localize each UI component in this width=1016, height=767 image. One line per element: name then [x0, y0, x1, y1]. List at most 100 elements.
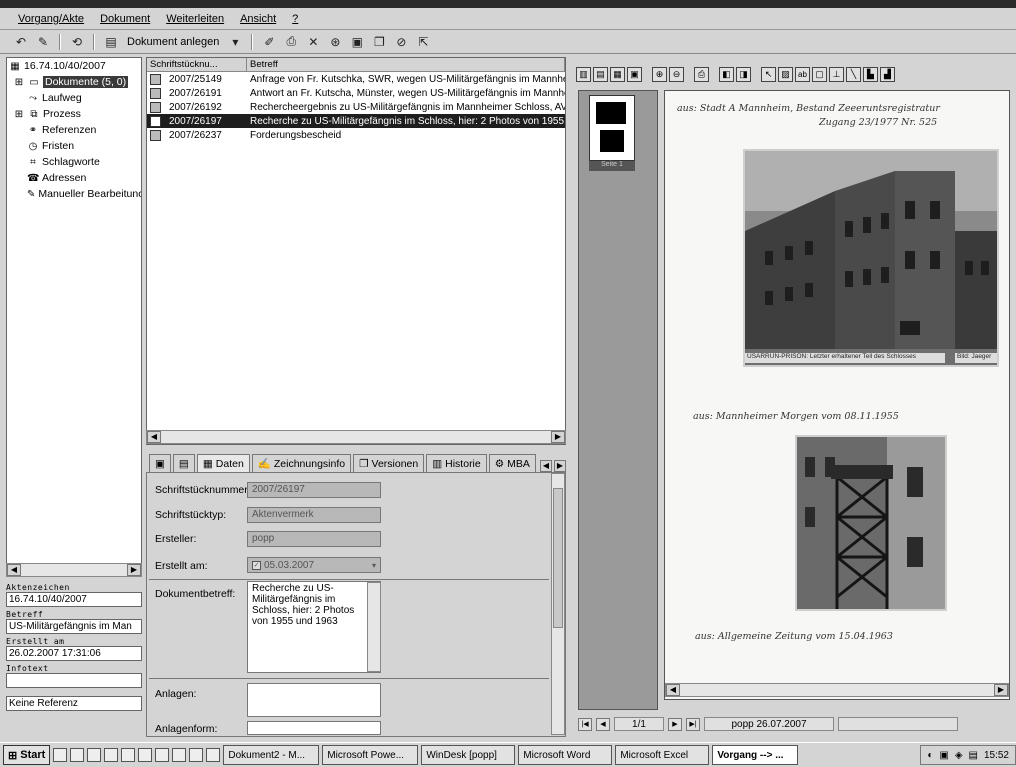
- tree-item-schlagworte[interactable]: ⌗ Schlagworte: [7, 154, 141, 170]
- scroll-right-icon[interactable]: ▶: [127, 564, 141, 576]
- stamp-tool-icon[interactable]: ⊥: [829, 66, 844, 82]
- betreff-scrollbar[interactable]: [367, 582, 381, 672]
- tray-app-icon[interactable]: ▤: [969, 750, 978, 761]
- tray-network-icon[interactable]: ▣: [939, 750, 948, 761]
- quicklaunch-app-icon[interactable]: [53, 748, 68, 762]
- dropdown-arrow-icon[interactable]: ▾: [226, 34, 244, 50]
- scroll-left-icon[interactable]: ◀: [7, 564, 21, 576]
- tree-item-adressen[interactable]: ☎ Adressen: [7, 170, 141, 186]
- expand-icon[interactable]: ⊞: [13, 109, 25, 120]
- column-header-nr[interactable]: Schriftstücknu...: [147, 58, 247, 71]
- text-tool-icon[interactable]: ab: [795, 66, 810, 82]
- properties-icon[interactable]: ▣: [348, 34, 366, 50]
- scroll-right-icon[interactable]: ▶: [994, 684, 1008, 696]
- prev-page-icon[interactable]: ◀: [596, 717, 610, 731]
- page-next-icon[interactable]: ◨: [736, 66, 751, 82]
- tray-security-icon[interactable]: ◈: [955, 750, 963, 761]
- tab-versionen[interactable]: ❐ Versionen: [353, 454, 425, 472]
- select-tool-icon[interactable]: ↖: [761, 66, 776, 82]
- link-icon[interactable]: ⊘: [392, 34, 410, 50]
- list-row-selected[interactable]: 2007/26197 Recherche zu US-Militärgefäng…: [147, 114, 565, 128]
- quicklaunch-word-icon[interactable]: [87, 748, 102, 762]
- menu-help[interactable]: ?: [292, 13, 298, 25]
- tree-item-manuell[interactable]: ✎ Manueller Bearbeitunc: [7, 186, 141, 202]
- list-row[interactable]: 2007/26237 Forderungsbescheid: [147, 128, 565, 142]
- quicklaunch-app-icon[interactable]: [172, 748, 187, 762]
- date-checkbox[interactable]: ✓: [252, 560, 261, 570]
- stamp-icon[interactable]: ✎: [34, 34, 52, 50]
- dropdown-arrow-icon[interactable]: ▾: [372, 561, 376, 570]
- first-page-icon[interactable]: |◀: [578, 717, 592, 731]
- view-fit-icon[interactable]: ▣: [627, 66, 642, 82]
- tab-daten[interactable]: ▦ Daten: [196, 454, 250, 472]
- scrollbar-thumb[interactable]: [553, 488, 563, 628]
- schriftstuecktyp-field[interactable]: Aktenvermerk: [247, 507, 381, 523]
- refresh-icon[interactable]: ⟲: [68, 34, 86, 50]
- note-tool-icon[interactable]: ▢: [812, 66, 827, 82]
- referenz-field[interactable]: Keine Referenz: [6, 696, 142, 711]
- list-row[interactable]: 2007/25149 Anfrage von Fr. Kutschka, SWR…: [147, 72, 565, 86]
- taskbar-task[interactable]: Microsoft Excel: [615, 745, 710, 765]
- anlagenform-select[interactable]: [247, 721, 381, 735]
- tree-item-laufweg[interactable]: ⤳ Laufweg: [7, 90, 141, 106]
- scroll-left-icon[interactable]: ◀: [147, 431, 161, 443]
- document-page-view[interactable]: aus: Stadt A Mannheim, Bestand Zeeerunts…: [664, 90, 1010, 700]
- print-preview-icon[interactable]: ▤: [172, 454, 195, 472]
- page-prev-icon[interactable]: ◧: [719, 66, 734, 82]
- tab-scroll-left-icon[interactable]: ◀: [539, 460, 552, 472]
- scan-icon[interactable]: ⊛: [326, 34, 344, 50]
- dokumentbetreff-textarea[interactable]: Recherche zu US-Militärgefängnis im Schl…: [247, 581, 381, 673]
- line-tool-icon[interactable]: ╲: [846, 66, 861, 82]
- highlight-tool-icon[interactable]: ▨: [778, 66, 793, 82]
- zoom-in-icon[interactable]: ⊕: [652, 66, 667, 82]
- new-document-icon[interactable]: ▤: [102, 34, 120, 50]
- export-icon[interactable]: ⇱: [414, 34, 432, 50]
- menu-weiterleiten[interactable]: Weiterleiten: [166, 13, 224, 25]
- menu-dokument[interactable]: Dokument: [100, 13, 150, 25]
- taskbar-task[interactable]: Microsoft Word: [518, 745, 613, 765]
- list-row[interactable]: 2007/26192 Rechercheergebnis zu US-Milit…: [147, 100, 565, 114]
- zoom-out-icon[interactable]: ⊖: [669, 66, 684, 82]
- tree-item-fristen[interactable]: ◷ Fristen: [7, 138, 141, 154]
- ersteller-field[interactable]: popp: [247, 531, 381, 547]
- expand-icon[interactable]: ⊞: [13, 77, 25, 88]
- new-document-button[interactable]: Dokument anlegen: [124, 36, 222, 48]
- tray-app-icon[interactable]: ◐: [927, 750, 933, 761]
- view-single-icon[interactable]: ▥: [576, 66, 591, 82]
- next-page-icon[interactable]: ▶: [668, 717, 682, 731]
- rectangle-tool-icon[interactable]: ▙: [863, 66, 878, 82]
- erstellt-am-date-picker[interactable]: ✓ 05.03.2007 ▾: [247, 557, 381, 573]
- betreff-field[interactable]: US-Militärgefängnis im Man: [6, 619, 142, 634]
- delete-icon[interactable]: ✕: [304, 34, 322, 50]
- taskbar-task[interactable]: WinDesk [popp]: [421, 745, 516, 765]
- tree-item-referenzen[interactable]: ⚭ Referenzen: [7, 122, 141, 138]
- taskbar-task[interactable]: Dokument2 - M...: [223, 745, 320, 765]
- erstellt-field[interactable]: 26.02.2007 17:31:06: [6, 646, 142, 661]
- page-thumbnail[interactable]: [589, 95, 635, 161]
- scroll-left-icon[interactable]: ◀: [666, 684, 680, 696]
- quicklaunch-printer-icon[interactable]: [155, 748, 170, 762]
- anlagen-field[interactable]: [247, 683, 381, 717]
- quicklaunch-app-icon[interactable]: [70, 748, 85, 762]
- last-page-icon[interactable]: ▶|: [686, 717, 700, 731]
- tab-mba[interactable]: ⚙ MBA: [488, 454, 536, 472]
- quicklaunch-app-icon[interactable]: [206, 748, 221, 762]
- tab-zeichnungsinfo[interactable]: ✍ Zeichnungsinfo: [251, 454, 352, 472]
- schriftstuecknummer-field[interactable]: 2007/26197: [247, 482, 381, 498]
- taskbar-task-active[interactable]: Vorgang --> ...: [712, 745, 799, 765]
- quicklaunch-app-icon[interactable]: [121, 748, 136, 762]
- view-grid-icon[interactable]: ▦: [610, 66, 625, 82]
- quicklaunch-app-icon[interactable]: [189, 748, 204, 762]
- scroll-right-icon[interactable]: ▶: [551, 431, 565, 443]
- infotext-field[interactable]: [6, 673, 142, 688]
- copy-icon[interactable]: ❐: [370, 34, 388, 50]
- tree-item-prozess[interactable]: ⊞ ⧉ Prozess: [7, 106, 141, 122]
- form-vertical-scrollbar[interactable]: [551, 473, 565, 735]
- quicklaunch-app-icon[interactable]: [138, 748, 153, 762]
- view-double-icon[interactable]: ▤: [593, 66, 608, 82]
- print-icon[interactable]: ⎙: [694, 66, 709, 82]
- list-row[interactable]: 2007/26191 Antwort an Fr. Kutscha, Münst…: [147, 86, 565, 100]
- save-icon[interactable]: ▣: [149, 454, 171, 472]
- menu-vorgang[interactable]: Vorgang/Akte: [18, 13, 84, 25]
- menu-ansicht[interactable]: Ansicht: [240, 13, 276, 25]
